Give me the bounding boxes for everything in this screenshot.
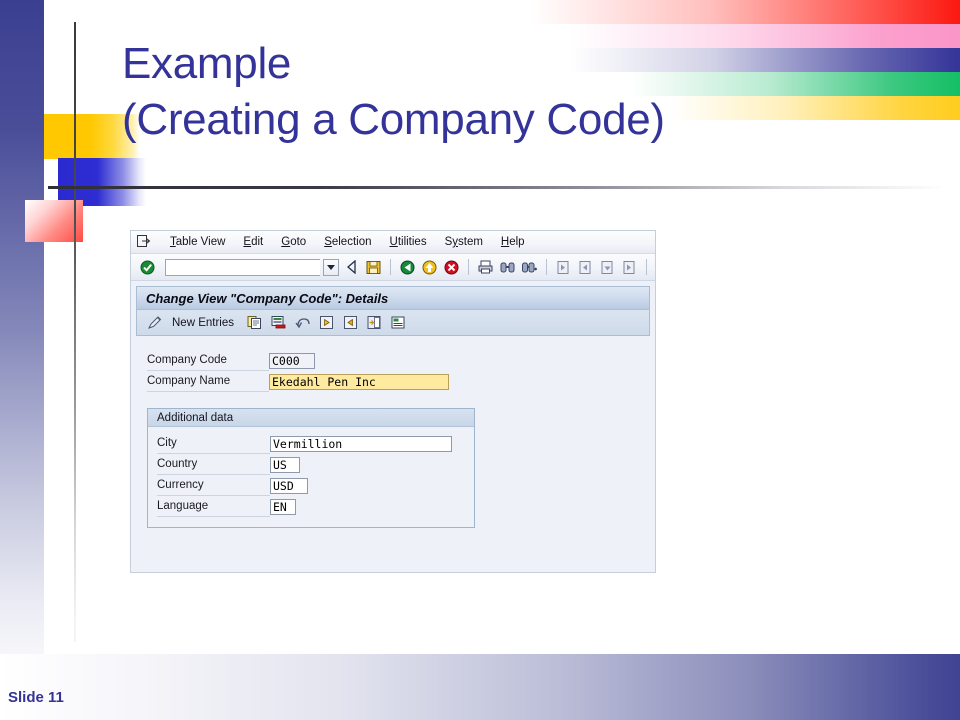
country-label: Country (157, 454, 270, 475)
decoration-blue-block (58, 158, 146, 206)
form-row-country: Country US (157, 454, 474, 475)
cancel-red-icon[interactable] (442, 258, 461, 277)
company-code-field[interactable]: C000 (269, 352, 315, 369)
find-next-icon[interactable] (520, 258, 539, 277)
details-icon[interactable] (365, 313, 384, 332)
command-field-dropdown-icon[interactable] (323, 258, 339, 276)
title-underline-rule (48, 186, 948, 189)
city-label: City (157, 433, 270, 454)
pencil-icon[interactable] (145, 313, 164, 332)
toolbar-separator (546, 259, 547, 275)
company-code-label: Company Code (147, 350, 269, 371)
form-row-company-name: Company Name Ekedahl Pen Inc (147, 371, 655, 392)
form-row-currency: Currency USD (157, 475, 474, 496)
menu-item-selection[interactable]: Selection (315, 236, 380, 248)
display-list-icon[interactable] (389, 313, 408, 332)
currency-label: Currency (157, 475, 270, 496)
additional-data-groupbox: Additional data City Vermillion Country … (147, 408, 475, 528)
menu-item-table-view[interactable]: Table View (161, 236, 234, 248)
first-page-icon[interactable] (554, 258, 573, 277)
language-label: Language (157, 496, 270, 517)
slide-number: Slide 11 (8, 689, 64, 706)
presentation-slide: Example (Creating a Company Code) Table … (0, 0, 960, 720)
copy-icon[interactable] (245, 313, 264, 332)
toolbar-separator (646, 259, 647, 275)
find-icon[interactable] (498, 258, 517, 277)
form-row-language: Language EN (157, 496, 474, 517)
back-triangle-icon[interactable] (342, 258, 361, 277)
left-gradient-strip (0, 0, 44, 720)
undo-icon[interactable] (293, 313, 312, 332)
sap-gui-window: Table View Edit Goto Selection Utilities… (130, 230, 656, 573)
last-page-icon[interactable] (620, 258, 639, 277)
delete-row-icon[interactable] (269, 313, 288, 332)
sap-application-toolbar: New Entries (136, 310, 650, 336)
vertical-rule (74, 22, 76, 642)
sap-menu-bar: Table View Edit Goto Selection Utilities… (131, 231, 655, 254)
previous-page-icon[interactable] (576, 258, 595, 277)
company-name-label: Company Name (147, 371, 269, 392)
page-title: Example (Creating a Company Code) (122, 39, 665, 144)
menu-item-system[interactable]: System (436, 236, 492, 248)
currency-field[interactable]: USD (270, 477, 308, 494)
form-row-city: City Vermillion (157, 433, 474, 454)
city-field[interactable]: Vermillion (270, 435, 452, 452)
menu-item-help[interactable]: Help (492, 236, 534, 248)
slide-footer-band (0, 654, 960, 720)
enter-check-icon[interactable] (138, 258, 157, 277)
additional-data-body: City Vermillion Country US Currency USD … (148, 427, 474, 527)
menu-item-edit[interactable]: Edit (234, 236, 272, 248)
toolbar-separator (468, 259, 469, 275)
company-name-field[interactable]: Ekedahl Pen Inc (269, 373, 449, 390)
menu-item-utilities[interactable]: Utilities (381, 236, 436, 248)
back-green-icon[interactable] (398, 258, 417, 277)
command-field-input[interactable] (165, 258, 320, 276)
previous-entry-icon[interactable] (317, 313, 336, 332)
menu-item-goto[interactable]: Goto (272, 236, 315, 248)
form-row-company-code: Company Code C000 (147, 350, 655, 371)
next-entry-icon[interactable] (341, 313, 360, 332)
country-field[interactable]: US (270, 456, 300, 473)
toolbar-separator (390, 259, 391, 275)
sap-program-title: Change View "Company Code": Details (146, 290, 389, 306)
language-field[interactable]: EN (270, 498, 296, 515)
save-disk-icon[interactable] (364, 258, 383, 277)
sap-standard-toolbar (131, 254, 655, 281)
new-entries-label[interactable]: New Entries (172, 317, 234, 329)
exit-yellow-icon[interactable] (420, 258, 439, 277)
accent-bar-red (530, 0, 960, 24)
print-icon[interactable] (476, 258, 495, 277)
exit-box-icon[interactable] (137, 235, 153, 249)
next-page-icon[interactable] (598, 258, 617, 277)
sap-program-title-bar: Change View "Company Code": Details (136, 286, 650, 310)
sap-form-body: Company Code C000 Company Name Ekedahl P… (131, 336, 655, 528)
additional-data-title: Additional data (148, 409, 474, 427)
